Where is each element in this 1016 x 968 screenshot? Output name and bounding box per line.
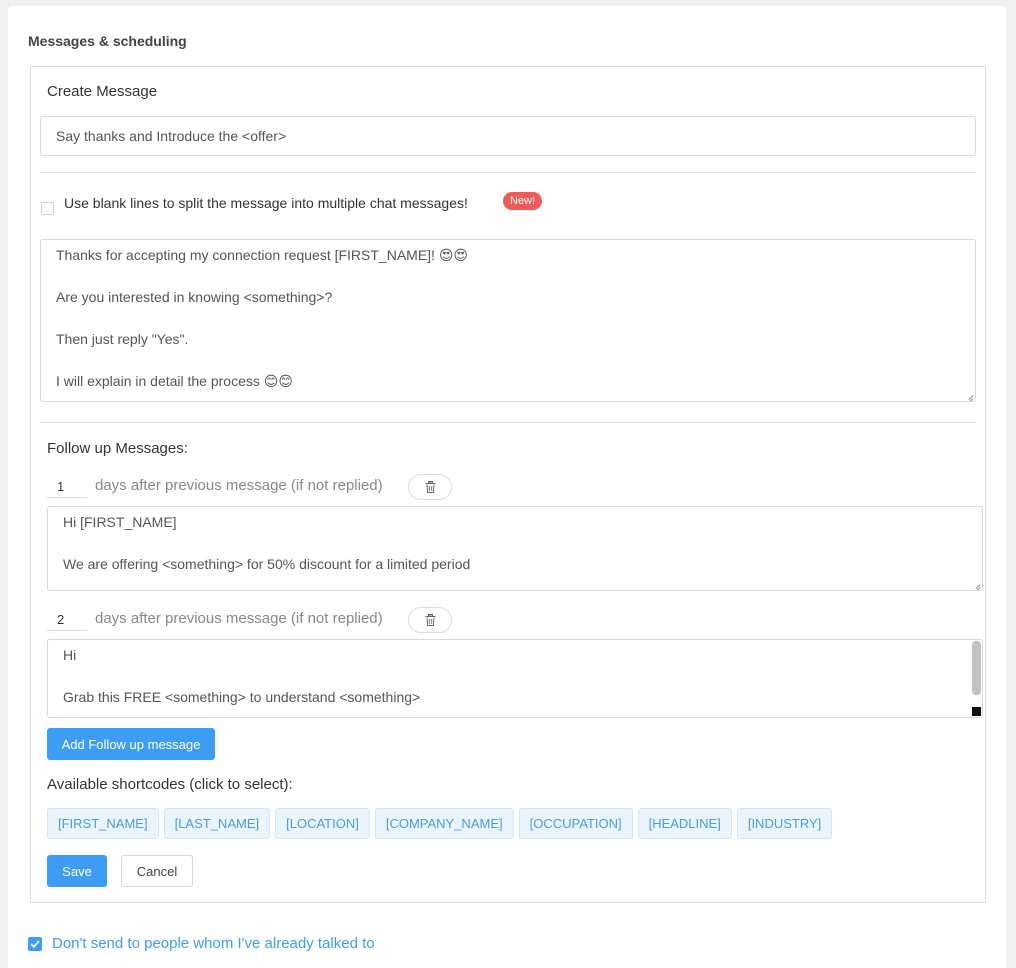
resize-handle[interactable] — [971, 579, 980, 588]
divider — [40, 172, 976, 173]
dont-send-label: Don't send to people whom I've already t… — [52, 935, 375, 952]
message-line: Are you interested in knowing <something… — [56, 289, 333, 305]
followup-line: Hi — [63, 647, 77, 663]
divider — [40, 422, 976, 423]
check-icon — [30, 940, 40, 948]
message-line — [56, 266, 960, 287]
section-title: Messages & scheduling — [28, 33, 187, 49]
message-subject-input[interactable] — [40, 116, 976, 156]
new-badge: New! — [503, 192, 543, 210]
message-body-textarea[interactable]: Thanks for accepting my connection reque… — [40, 239, 976, 402]
followup-line: Hi [FIRST_NAME] — [63, 514, 177, 530]
followup-textarea[interactable]: Hi Grab this FREE <something> to underst… — [47, 639, 983, 718]
followup-days-input[interactable] — [47, 609, 87, 631]
split-messages-label: Use blank lines to split the message int… — [64, 195, 468, 211]
resize-handle[interactable] — [972, 707, 981, 716]
followup-line — [63, 666, 967, 687]
follow-up-heading: Follow up Messages: — [47, 440, 188, 457]
split-messages-checkbox[interactable] — [41, 202, 54, 215]
add-follow-up-button[interactable]: Add Follow up message — [47, 728, 215, 760]
shortcode-location[interactable]: [LOCATION] — [275, 808, 370, 839]
shortcode-occupation[interactable]: [OCCUPATION] — [518, 808, 633, 839]
followup-line: Grab this FREE <something> to understand… — [63, 689, 421, 705]
shortcode-list: [FIRST_NAME] [LAST_NAME] [LOCATION] [COM… — [47, 808, 833, 839]
trash-icon — [425, 481, 435, 493]
followup-days-label: days after previous message (if not repl… — [95, 610, 383, 627]
shortcodes-heading: Available shortcodes (click to select): — [47, 776, 293, 793]
create-message-heading: Create Message — [47, 83, 158, 100]
cancel-button[interactable]: Cancel — [121, 855, 193, 887]
followup-line: We are offering <something> for 50% disc… — [63, 556, 471, 572]
followup-days-label: days after previous message (if not repl… — [95, 477, 383, 494]
followup-line — [63, 533, 967, 554]
message-line: I will explain in detail the process 😊😊 — [56, 373, 293, 389]
message-editor-panel: Create Message Use blank lines to split … — [30, 66, 986, 903]
dont-send-checkbox[interactable] — [28, 937, 42, 951]
save-button[interactable]: Save — [47, 855, 107, 887]
delete-followup-button[interactable] — [408, 474, 452, 500]
message-line: Then just reply "Yes". — [56, 331, 189, 347]
delete-followup-button[interactable] — [408, 607, 452, 633]
messages-scheduling-card: Messages & scheduling Create Message Use… — [8, 6, 1006, 968]
shortcode-headline[interactable]: [HEADLINE] — [637, 808, 732, 839]
message-line — [56, 350, 960, 371]
shortcode-company-name[interactable]: [COMPANY_NAME] — [374, 808, 514, 839]
message-line — [56, 308, 960, 329]
followup-textarea[interactable]: Hi [FIRST_NAME] We are offering <somethi… — [47, 506, 983, 591]
scrollbar[interactable] — [972, 641, 981, 695]
followup-days-input[interactable] — [47, 476, 87, 498]
resize-handle[interactable] — [964, 390, 973, 399]
shortcode-industry[interactable]: [INDUSTRY] — [736, 808, 833, 839]
shortcode-first-name[interactable]: [FIRST_NAME] — [47, 808, 159, 839]
shortcode-last-name[interactable]: [LAST_NAME] — [163, 808, 271, 839]
message-line: Thanks for accepting my connection reque… — [56, 247, 469, 263]
trash-icon — [425, 614, 435, 626]
